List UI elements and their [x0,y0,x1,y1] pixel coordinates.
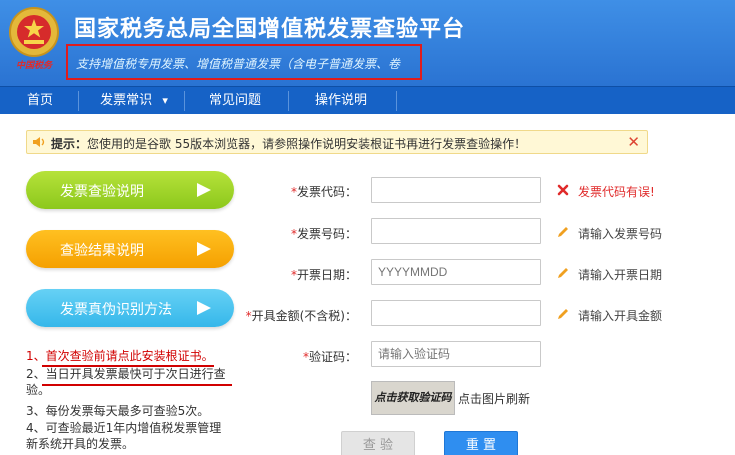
invoice-code-label: *发票代码： [291,183,357,200]
tip-line: 新系统开具的发票。 [26,437,135,451]
nav-divider [184,91,185,111]
captcha-input[interactable] [371,341,541,367]
invoice-number-input[interactable] [371,218,541,244]
tip-line: 2、当日开具发票最快可于次日进行查 [26,367,226,381]
captcha-image[interactable]: 点击获取验证码 [371,381,455,415]
subtitle-text: 支持增值税专用发票、增值税普通发票（含电子普通发票、卷 [76,57,401,71]
tax-emblem-icon [9,7,59,57]
invoice-date-label: *开票日期： [291,266,357,283]
chevron-down-icon: ▾ [162,94,168,107]
main-navbar: 首页 发票常识 ▾ 常见问题 操作说明 [0,86,735,114]
invoice-amount-hint: 请输入开具金额 [578,309,663,323]
page-title: 国家税务总局全国增值税发票查验平台 [74,17,466,42]
pencil-icon [558,227,568,237]
tip-underline [42,384,232,386]
subtitle-highlight-box: 支持增值税专用发票、增值税普通发票（含电子普通发票、卷 [66,44,422,80]
authenticity-guide-button[interactable]: 发票真伪识别方法 [26,289,234,327]
invoice-amount-input[interactable] [371,300,541,326]
invoice-code-input[interactable] [371,177,541,203]
notice-text: 提示：您使用的是谷歌 55版本浏览器，请参照操作说明安装根证书再进行发票查验操作… [51,135,526,152]
tip-install-certificate-link[interactable]: 1、首次查验前请点此安装根证书。 [26,348,214,364]
notice-prefix: 提示： [51,137,88,151]
check-button[interactable]: 查 验 [341,431,415,455]
field-label-text: 开票日期： [296,268,357,282]
notice-message: 您使用的是谷歌 55版本浏览器，请参照操作说明安装根证书再进行发票查验操作！ [87,137,527,151]
pill-label: 查验结果说明 [60,243,144,259]
field-label-text: 开具金额(不含税)： [251,309,357,323]
captcha-refresh-text: 点击图片刷新 [458,392,531,406]
tip-line: 4、可查验最近1年内增值税发票管理 [26,421,222,435]
nav-item-home[interactable]: 首页 [14,87,66,115]
nav-divider [78,91,79,111]
nav-item-faq[interactable]: 常见问题 [200,87,270,115]
pill-label: 发票真伪识别方法 [60,302,172,318]
nav-item-label: 发票常识 [100,93,153,108]
nav-divider [396,91,397,111]
invoice-number-label: *发票号码： [291,225,357,242]
pencil-icon [558,268,568,278]
field-label-text: 发票代码： [296,185,357,199]
invoice-code-error: 发票代码有误! [578,185,655,199]
pencil-icon [558,309,568,319]
invoice-number-hint: 请输入发票号码 [578,227,663,241]
field-label-text: 验证码： [308,350,357,364]
site-header: 中国税务 国家税务总局全国增值税发票查验平台 支持增值税专用发票、增值税普通发票… [0,0,735,86]
emblem-caption: 中国税务 [15,61,52,71]
tip-line: 3、每份发票每天最多可查验5次。 [26,404,210,418]
check-result-guide-button[interactable]: 查验结果说明 [26,230,234,268]
play-arrow-icon [197,242,211,256]
invoice-amount-label: *开具金额(不含税)： [246,307,357,324]
reset-button[interactable]: 重 置 [444,431,518,455]
nav-divider [288,91,289,111]
speaker-icon [33,137,45,147]
cross-icon [557,184,569,196]
nav-item-instructions[interactable]: 操作说明 [306,87,376,115]
field-label-text: 发票号码： [296,227,357,241]
nav-item-invoice-knowledge[interactable]: 发票常识 ▾ [94,87,174,115]
close-icon[interactable]: ✕ [627,133,640,151]
invoice-date-input[interactable] [371,259,541,285]
play-arrow-icon [197,301,211,315]
invoice-check-guide-button[interactable]: 发票查验说明 [26,171,234,209]
tip-line: 验。 [26,383,51,397]
play-arrow-icon [197,183,211,197]
captcha-label: *验证码： [303,348,357,365]
browser-notice-bar: 提示：您使用的是谷歌 55版本浏览器，请参照操作说明安装根证书再进行发票查验操作… [26,130,648,154]
pill-label: 发票查验说明 [60,184,144,200]
invoice-date-hint: 请输入开票日期 [578,268,663,282]
